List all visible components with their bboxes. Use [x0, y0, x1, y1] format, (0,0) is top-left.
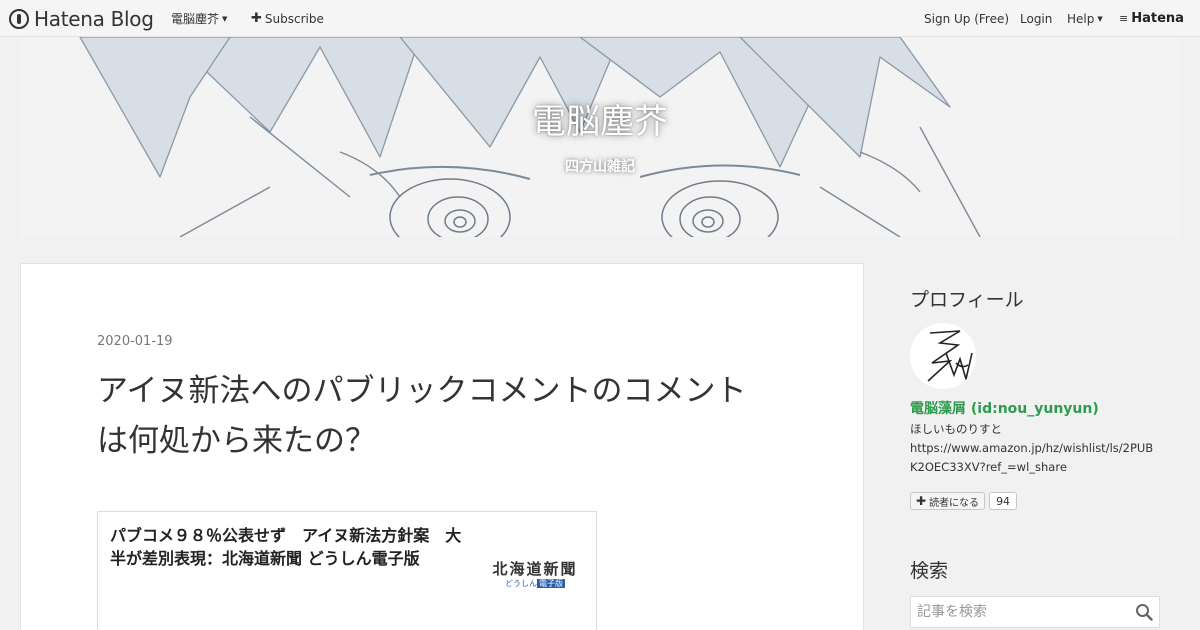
search-icon	[1136, 604, 1153, 621]
hatena-blog-logo-icon	[9, 8, 29, 29]
entry-date[interactable]: 2020-01-19	[97, 334, 173, 349]
login-link[interactable]: Login	[1020, 0, 1052, 37]
entry-title[interactable]: アイヌ新法へのパブリックコメントのコメントは何処から来たの？	[97, 366, 777, 466]
plus-icon: ✚	[916, 494, 927, 508]
hokkaido-shimbun-logo: 北海道新聞 どうしん 電子版	[485, 558, 585, 589]
embed-logo-main: 北海道新聞	[492, 560, 578, 578]
hatena-logo-icon: ≡	[1119, 12, 1128, 25]
embed-logo-sub: どうしん 電子版	[485, 578, 585, 589]
embed-logo-sub-prefix: どうしん	[505, 579, 537, 588]
hatena-link[interactable]: ≡ Hatena	[1119, 0, 1184, 37]
subscribe-label: Subscribe	[264, 11, 324, 26]
plus-icon: ✚	[251, 11, 262, 26]
follow-button[interactable]: ✚ 読者になる	[910, 492, 986, 510]
blog-header-banner: 電脳塵芥 四方山雑記	[20, 37, 1180, 237]
embed-title[interactable]: パブコメ９８％公表せず アイヌ新法方針案 大半が差別表現：北海道新聞 どうしん電…	[110, 524, 470, 570]
avatar[interactable]	[910, 323, 976, 389]
blog-menu-label: 電脳塵芥	[171, 12, 220, 26]
search-button[interactable]	[1135, 603, 1153, 621]
entry-card: 2020-01-19 アイヌ新法へのパブリックコメントのコメントは何処から来たの…	[20, 263, 864, 630]
blog-subtitle: 四方山雑記	[565, 159, 635, 175]
signup-link[interactable]: Sign Up (Free)	[924, 0, 1009, 37]
logo-text: Hatena Blog	[34, 6, 154, 31]
avatar-image	[927, 330, 973, 383]
follower-count[interactable]: 94	[989, 492, 1018, 510]
blog-title[interactable]: 電脳塵芥	[20, 94, 1180, 143]
chevron-down-icon: ▼	[222, 14, 228, 23]
profile-desc-line1: ほしいものりすと	[910, 422, 1002, 436]
hatena-blog-logo[interactable]: Hatena Blog	[9, 0, 154, 37]
wishlist-link[interactable]: https://www.amazon.jp/hz/wishlist/ls/2PU…	[910, 441, 1153, 474]
embed-link-card[interactable]: パブコメ９８％公表せず アイヌ新法方針案 大半が差別表現：北海道新聞 どうしん電…	[97, 511, 597, 630]
sidebar: プロフィール 電脳藻屑 (id:nou_yunyun) ほしいものりすと htt…	[910, 263, 1160, 630]
search-heading: 検索	[910, 560, 949, 582]
help-dropdown[interactable]: Help ▼	[1067, 0, 1103, 37]
follow-row: ✚ 読者になる 94	[910, 492, 1018, 510]
help-label: Help	[1067, 11, 1095, 26]
profile-heading: プロフィール	[910, 289, 1024, 311]
global-header: Hatena Blog 電脳塵芥 ▼ ✚ Subscribe Sign Up (…	[0, 0, 1200, 37]
profile-name-link[interactable]: 電脳藻屑 (id:nou_yunyun)	[910, 398, 1099, 418]
follow-label: 読者になる	[929, 497, 980, 509]
hatena-label: Hatena	[1131, 11, 1184, 26]
chevron-down-icon: ▼	[1097, 14, 1103, 23]
blog-menu-dropdown[interactable]: 電脳塵芥 ▼	[171, 0, 227, 37]
search-form	[910, 596, 1160, 628]
embed-logo-sub-emph: 電子版	[537, 579, 565, 588]
subscribe-button[interactable]: ✚ Subscribe	[251, 0, 324, 37]
search-input[interactable]	[911, 597, 1131, 627]
profile-description: ほしいものりすと https://www.amazon.jp/hz/wishli…	[910, 420, 1158, 477]
